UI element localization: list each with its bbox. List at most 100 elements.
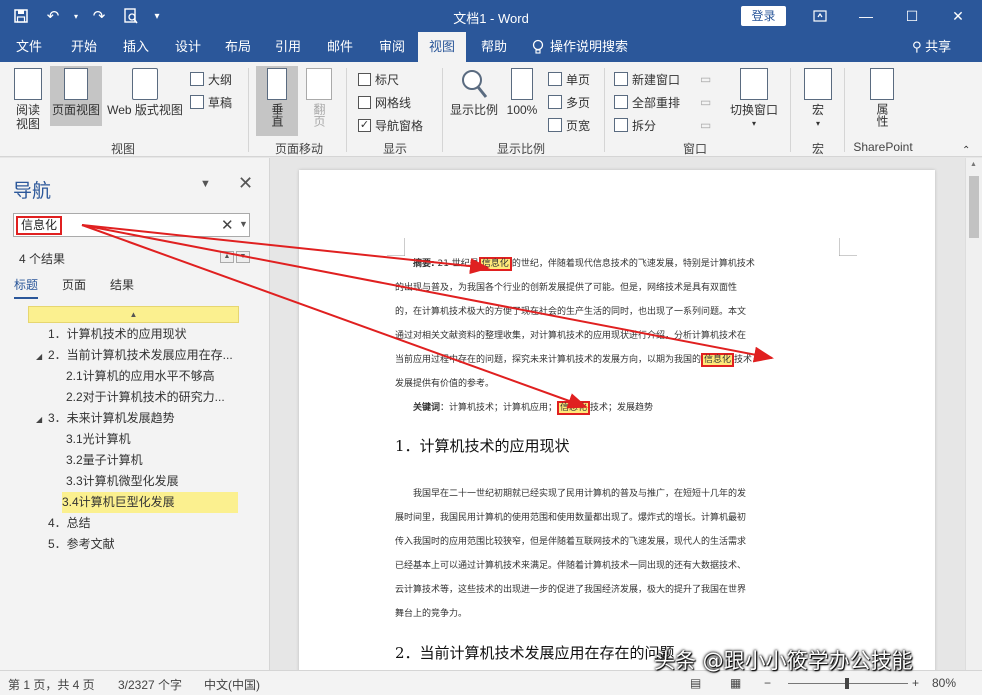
print-layout-status-icon[interactable]: ▦ bbox=[730, 676, 741, 690]
nav-heading-item[interactable]: 2.2对于计算机技术的研究力... bbox=[54, 387, 225, 408]
nav-heading-item[interactable]: 3.3计算机微型化发展 bbox=[54, 471, 179, 492]
zoom-out-icon[interactable]: − bbox=[764, 676, 771, 690]
scroll-up-icon[interactable]: ▲ bbox=[970, 161, 977, 168]
vertical-icon bbox=[267, 68, 287, 100]
page-count[interactable]: 第 1 页，共 4 页 bbox=[8, 676, 95, 693]
group-label-window: 窗口 bbox=[682, 142, 707, 156]
vertical-scrollbar[interactable]: ▲ bbox=[965, 158, 982, 670]
undo-dropdown-icon[interactable]: ▾ bbox=[72, 4, 80, 28]
nav-pane-options-icon[interactable]: ▼ bbox=[200, 178, 211, 190]
body-line: 传入我国时的应用范围比较狭窄，但是伴随着互联网技术的飞速发展，现代人的生活需求 bbox=[395, 537, 747, 547]
zoom-100-button[interactable]: 100% bbox=[503, 66, 541, 117]
gridlines-check-box[interactable] bbox=[358, 95, 371, 109]
zoom-100-label: 100% bbox=[506, 103, 538, 117]
tab-layout[interactable]: 布局 bbox=[216, 32, 260, 62]
zoom-slider-knob[interactable] bbox=[845, 678, 849, 689]
vertical-button[interactable]: 垂直 bbox=[256, 66, 298, 136]
multiple-pages-button[interactable]: 多页 bbox=[548, 92, 590, 112]
outline-icon bbox=[190, 72, 204, 86]
nav-heading-item[interactable]: 3.1光计算机 bbox=[54, 429, 131, 450]
nav-heading-label: 2.1计算机的应用水平不够高 bbox=[66, 369, 215, 383]
zoom-in-icon[interactable]: + bbox=[912, 676, 919, 690]
new-window-button[interactable]: 新建窗口 bbox=[614, 69, 680, 89]
split-button[interactable]: 拆分 bbox=[614, 115, 656, 135]
word-count[interactable]: 3/2327 个字 bbox=[118, 676, 182, 693]
expand-toggle-icon[interactable]: ◢ bbox=[36, 409, 48, 430]
tab-design[interactable]: 设计 bbox=[166, 32, 210, 62]
tab-review[interactable]: 审阅 bbox=[370, 32, 414, 62]
page-width-label: 页宽 bbox=[566, 118, 591, 133]
tab-view[interactable]: 视图 bbox=[418, 32, 466, 62]
nav-heading-item[interactable]: 3.4计算机巨型化发展 bbox=[62, 492, 238, 513]
expand-toggle-icon[interactable]: ◢ bbox=[36, 346, 48, 367]
ruler-check-box[interactable] bbox=[358, 72, 371, 86]
tab-references[interactable]: 引用 bbox=[266, 32, 310, 62]
tab-insert[interactable]: 插入 bbox=[114, 32, 158, 62]
separator bbox=[442, 68, 443, 152]
nav-tab-results[interactable]: 结果 bbox=[110, 276, 134, 299]
keywords-label: 关键词 bbox=[413, 403, 441, 413]
zoom-level[interactable]: 80% bbox=[932, 676, 956, 690]
nav-heading-item[interactable]: 4．总结 bbox=[36, 513, 91, 534]
ruler-checkbox[interactable]: 标尺 bbox=[358, 69, 399, 89]
login-button[interactable]: 登录 bbox=[741, 6, 786, 26]
nav-heading-item[interactable]: ◢ 2．当前计算机技术发展应用在存... bbox=[36, 345, 233, 366]
outline-button[interactable]: 大纲 bbox=[190, 69, 232, 89]
macros-button[interactable]: 宏 ▾ bbox=[800, 66, 836, 131]
nav-pane-close-icon[interactable]: ✕ bbox=[238, 173, 253, 194]
arrange-all-button[interactable]: 全部重排 bbox=[614, 92, 680, 112]
document-page[interactable]: 摘要: 21 世纪是 信息化 的世纪，伴随着现代信息技术的飞速发展，特别是计算机技术… bbox=[299, 170, 935, 670]
read-mode-status-icon[interactable]: ▤ bbox=[690, 676, 701, 690]
previous-result-icon[interactable]: ▲ bbox=[220, 251, 234, 263]
sync-scroll-icon[interactable]: ▭ bbox=[700, 92, 711, 112]
one-page-button[interactable]: 单页 bbox=[548, 69, 590, 89]
nav-search-input[interactable]: 信息化 ✕ ▼ bbox=[13, 213, 250, 237]
minimize-icon[interactable]: — bbox=[843, 0, 889, 32]
navpane-checkbox[interactable]: ✓ 导航窗格 bbox=[358, 115, 423, 135]
tell-me-search[interactable]: 操作说明搜索 bbox=[532, 32, 628, 62]
nav-heading-label: 1．计算机技术的应用现状 bbox=[48, 327, 187, 341]
read-mode-button[interactable]: 阅读 视图 bbox=[6, 66, 50, 131]
next-result-icon[interactable]: ▼ bbox=[236, 251, 250, 263]
print-preview-icon[interactable] bbox=[118, 4, 144, 28]
share-button[interactable]: ⚲ 共享 bbox=[912, 32, 951, 62]
reset-window-icon[interactable]: ▭ bbox=[700, 115, 711, 135]
nav-tab-headings[interactable]: 标题 bbox=[14, 276, 39, 299]
close-icon[interactable]: ✕ bbox=[935, 0, 981, 32]
navpane-check-icon[interactable]: ✓ bbox=[358, 118, 371, 132]
nav-tab-pages[interactable]: 页面 bbox=[62, 276, 86, 299]
tab-help[interactable]: 帮助 bbox=[472, 32, 516, 62]
ribbon-display-options-icon[interactable] bbox=[797, 0, 843, 32]
separator bbox=[604, 68, 605, 152]
clear-search-icon[interactable]: ✕ bbox=[221, 216, 234, 234]
group-label-view: 视图 bbox=[110, 142, 135, 156]
tab-home[interactable]: 开始 bbox=[62, 32, 106, 62]
undo-icon[interactable]: ↶ bbox=[40, 4, 66, 28]
tab-file[interactable]: 文件 bbox=[8, 32, 50, 62]
properties-button[interactable]: 属性 bbox=[862, 66, 902, 127]
collapse-ribbon-icon[interactable]: ⌃ bbox=[962, 140, 970, 160]
search-options-icon[interactable]: ▼ bbox=[239, 219, 248, 229]
nav-heading-item[interactable]: ◢ 3．未来计算机发展趋势 bbox=[36, 408, 175, 429]
nav-heading-item[interactable]: 2.1计算机的应用水平不够高 bbox=[54, 366, 215, 387]
maximize-icon[interactable]: ☐ bbox=[889, 0, 935, 32]
language[interactable]: 中文(中国) bbox=[204, 676, 260, 693]
customize-qat-icon[interactable]: ▾ bbox=[150, 4, 164, 28]
nav-heading-item[interactable]: 1．计算机技术的应用现状 bbox=[36, 324, 187, 345]
tab-mailings[interactable]: 邮件 bbox=[318, 32, 362, 62]
switch-windows-button[interactable]: 切换窗口 ▾ bbox=[726, 66, 782, 131]
web-layout-button[interactable]: Web 版式视图 bbox=[103, 66, 187, 117]
print-layout-button[interactable]: 页面视图 bbox=[50, 66, 102, 126]
scroll-thumb[interactable] bbox=[969, 176, 979, 238]
nav-heading-item[interactable]: 3.2量子计算机 bbox=[54, 450, 143, 471]
side-to-side-button[interactable]: 翻页 bbox=[302, 66, 336, 127]
nav-heading-item[interactable]: 5．参考文献 bbox=[36, 534, 115, 555]
save-icon[interactable] bbox=[8, 4, 34, 28]
page-width-button[interactable]: 页宽 bbox=[548, 115, 590, 135]
collapse-all-icon[interactable]: ▲ bbox=[28, 306, 239, 323]
draft-button[interactable]: 草稿 bbox=[190, 92, 232, 112]
view-side-by-side-icon[interactable]: ▭ bbox=[700, 69, 711, 89]
redo-icon[interactable]: ↷ bbox=[86, 4, 112, 28]
gridlines-checkbox[interactable]: 网格线 bbox=[358, 92, 411, 112]
zoom-button[interactable]: 显示比例 bbox=[448, 66, 500, 117]
